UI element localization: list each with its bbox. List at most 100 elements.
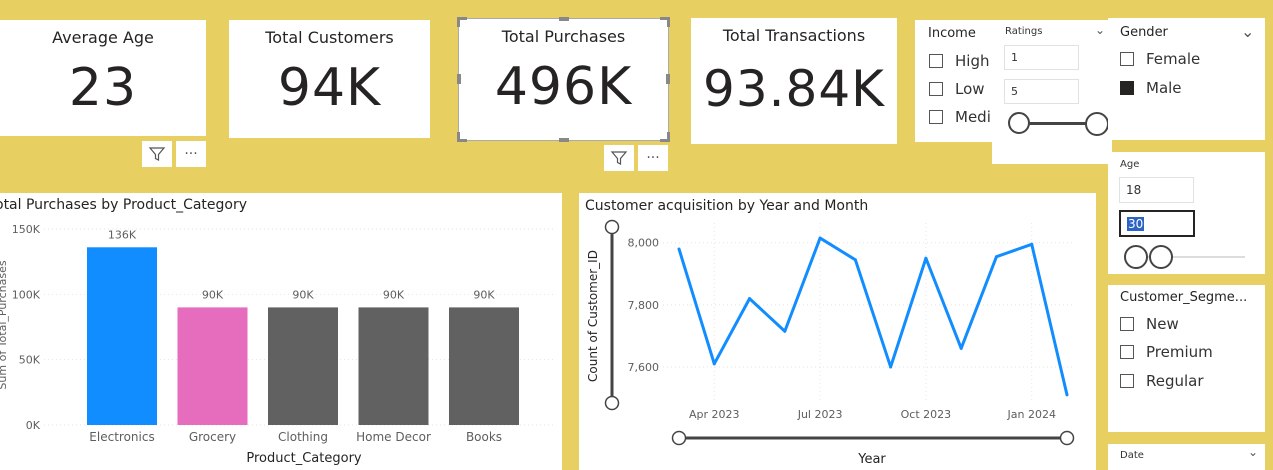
kpi-title: Total Transactions (722, 26, 866, 45)
chevron-down-icon[interactable]: ⌄ (1241, 22, 1254, 41)
series-line (677, 236, 1069, 396)
y-zoom-slider-handle[interactable] (604, 219, 620, 235)
resize-handle-corner[interactable] (457, 17, 467, 27)
slicer-title: Age (1120, 159, 1140, 170)
age-slicer[interactable]: Age 18 30 (1108, 152, 1265, 274)
ratings-slicer[interactable]: Ratings ⌄ 1 5 (992, 20, 1112, 164)
kpi-card-total-purchases[interactable]: Total Purchases 496K (457, 17, 670, 142)
data-label: 136K (108, 228, 137, 241)
bar[interactable] (87, 247, 157, 425)
option-label: Premium (1146, 343, 1213, 361)
customer-segment-slicer[interactable]: Customer_Segme... New Premium Regular (1108, 285, 1265, 432)
more-options-button[interactable]: ··· (638, 145, 668, 171)
data-point (748, 297, 752, 301)
kpi-title: Total Customers (265, 28, 394, 47)
y-tick-label: 0K (26, 419, 41, 432)
data-label: 90K (383, 288, 405, 301)
more-options-button[interactable]: ··· (176, 141, 206, 167)
income-option-medium[interactable]: Mediu (929, 108, 1000, 126)
date-slicer[interactable]: Date ⌄ (1108, 444, 1265, 470)
segment-option-regular[interactable]: Regular (1120, 372, 1204, 390)
resize-handle[interactable] (457, 74, 461, 84)
data-point (994, 255, 998, 259)
age-slider-handle-max[interactable] (1149, 245, 1173, 269)
segment-option-premium[interactable]: Premium (1120, 343, 1213, 361)
option-label: New (1146, 315, 1179, 333)
option-label: Low (955, 80, 985, 98)
income-option-high[interactable]: High (929, 52, 989, 70)
y-tick-label: 100K (12, 288, 41, 301)
checkbox-checked[interactable] (1120, 81, 1134, 95)
resize-handle[interactable] (666, 74, 670, 84)
x-zoom-slider-handle[interactable] (1059, 430, 1075, 446)
kpi-card-total-transactions[interactable]: Total Transactions 93.84K (691, 18, 897, 144)
gender-option-male[interactable]: Male (1120, 79, 1182, 97)
bar[interactable] (449, 307, 519, 425)
ratings-slider-handle-min[interactable] (1008, 112, 1030, 134)
x-tick-label: Jan 2024 (1007, 408, 1056, 421)
option-label: Female (1146, 50, 1201, 68)
bar[interactable] (177, 307, 248, 425)
data-point (712, 362, 716, 366)
segment-option-new[interactable]: New (1120, 315, 1179, 333)
y-tick-label: 150K (12, 223, 41, 236)
age-slider-handle-min[interactable] (1124, 245, 1148, 269)
age-max-input[interactable]: 30 (1119, 210, 1195, 237)
resize-handle-corner[interactable] (660, 17, 670, 27)
y-tick-label: 50K (19, 354, 41, 367)
checkbox[interactable] (1120, 345, 1134, 359)
data-label: 90K (292, 288, 314, 301)
checkbox[interactable] (929, 54, 943, 68)
income-option-low[interactable]: Low (929, 80, 985, 98)
filter-icon[interactable] (604, 145, 634, 171)
ratings-max-input[interactable]: 5 (1004, 79, 1079, 104)
x-tick-label: Apr 2023 (689, 408, 740, 421)
ratings-min-input[interactable]: 1 (1004, 45, 1079, 70)
line-chart-panel[interactable]: Customer acquisition by Year and Month 7,… (579, 193, 1096, 470)
option-label: Male (1146, 79, 1182, 97)
x-tick-label: Home Decor (356, 430, 431, 444)
age-min-input[interactable]: 18 (1119, 177, 1194, 203)
kpi-value: 94K (277, 58, 382, 118)
bar-chart[interactable]: otal Purchases by Product_Category 0K 50K 1… (0, 193, 562, 470)
bar[interactable] (268, 307, 338, 425)
resize-handle-corner[interactable] (457, 132, 467, 142)
kpi-value: 23 (68, 58, 138, 118)
gender-slicer[interactable]: Gender ⌄ Female Male (1108, 18, 1265, 140)
age-max-value-selected: 30 (1127, 216, 1145, 231)
data-point (1030, 242, 1034, 246)
resize-handle[interactable] (559, 17, 569, 21)
income-slicer[interactable]: Income High Low Mediu (915, 20, 1004, 142)
checkbox[interactable] (1120, 52, 1134, 66)
option-label: Regular (1146, 372, 1204, 390)
x-axis-label: Year (857, 452, 886, 467)
line-chart[interactable]: Customer acquisition by Year and Month 7,… (579, 193, 1096, 470)
data-point (783, 329, 787, 333)
kpi-card-average-age[interactable]: Average Age 23 (0, 20, 206, 136)
y-tick-label: 7,600 (628, 361, 660, 374)
gender-option-female[interactable]: Female (1120, 50, 1200, 68)
checkbox[interactable] (929, 82, 943, 96)
checkbox[interactable] (929, 110, 943, 124)
checkbox[interactable] (1120, 374, 1134, 388)
resize-handle-corner[interactable] (660, 132, 670, 142)
bar-chart-panel[interactable]: otal Purchases by Product_Category 0K 50K 1… (0, 193, 562, 470)
chart-title: otal Purchases by Product_Category (0, 197, 247, 213)
filter-icon[interactable] (142, 141, 172, 167)
checkbox[interactable] (1120, 317, 1134, 331)
y-zoom-slider-handle[interactable] (604, 395, 620, 411)
kpi-card-total-customers[interactable]: Total Customers 94K (229, 20, 430, 138)
chevron-down-icon[interactable]: ⌄ (1095, 23, 1105, 37)
kpi-title: Average Age (52, 28, 154, 47)
resize-handle[interactable] (559, 138, 569, 142)
x-axis-label: Product_Category (246, 451, 362, 466)
kpi-title: Total Purchases (501, 27, 626, 46)
data-point (677, 247, 681, 251)
ratings-slider-handle-max[interactable] (1085, 112, 1109, 136)
x-tick-label: Jul 2023 (797, 408, 843, 421)
bar[interactable] (358, 307, 429, 425)
y-tick-label: 7,800 (628, 299, 660, 312)
x-tick-label: Clothing (278, 430, 328, 444)
x-zoom-slider-handle[interactable] (671, 430, 687, 446)
chevron-down-icon[interactable]: ⌄ (1248, 445, 1258, 459)
